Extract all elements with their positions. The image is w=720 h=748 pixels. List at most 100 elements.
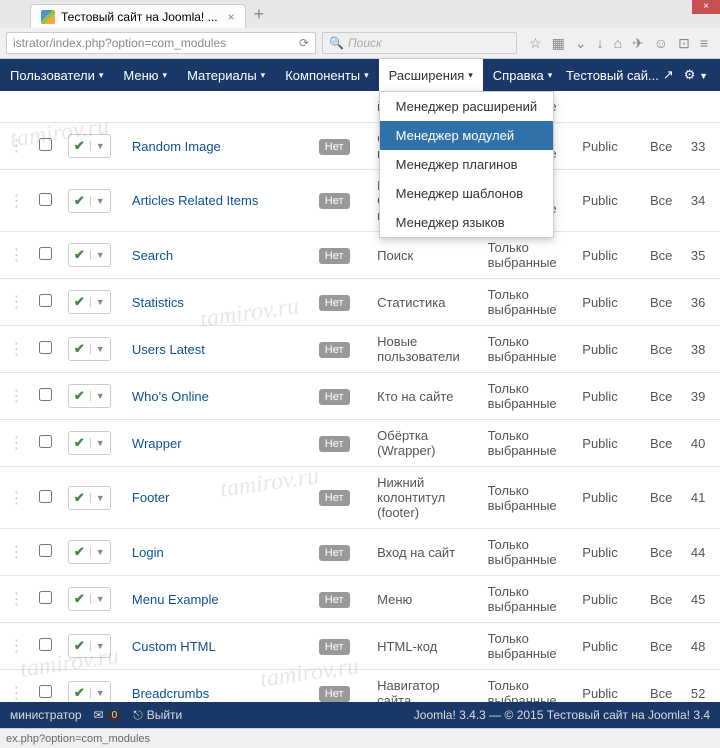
window-close-button[interactable]: ×: [692, 0, 720, 14]
status-toggle[interactable]: ✔▼: [68, 134, 111, 158]
menu-item-5[interactable]: Справка ▾: [483, 59, 563, 91]
sb-mail[interactable]: ✉ 0: [94, 708, 122, 722]
drag-handle-icon[interactable]: ⋮: [0, 529, 33, 576]
drag-handle-icon[interactable]: ⋮: [0, 373, 33, 420]
module-title-link[interactable]: Footer: [132, 490, 170, 505]
star-icon[interactable]: ☆: [529, 35, 542, 52]
status-toggle[interactable]: ✔▼: [68, 384, 111, 408]
drag-handle-icon[interactable]: ⋮: [0, 279, 33, 326]
menu-item-2[interactable]: Материалы ▾: [177, 59, 275, 91]
menu-item-0[interactable]: Пользователи ▾: [0, 59, 113, 91]
row-checkbox[interactable]: [39, 388, 52, 401]
status-toggle[interactable]: ✔▼: [68, 337, 111, 361]
sb-logout[interactable]: ⎋ Выйти: [133, 708, 182, 723]
module-title-link[interactable]: Login: [132, 545, 164, 560]
caret-icon[interactable]: ▼: [90, 196, 110, 206]
row-checkbox[interactable]: [39, 591, 52, 604]
send-icon[interactable]: ✈: [632, 35, 644, 52]
module-access: Public: [576, 529, 644, 576]
drag-handle-icon[interactable]: ⋮: [0, 467, 33, 529]
row-checkbox[interactable]: [39, 435, 52, 448]
clipboard-icon[interactable]: ▦: [552, 35, 565, 52]
profile-icon[interactable]: ☺: [654, 35, 668, 52]
status-toggle[interactable]: ✔▼: [68, 431, 111, 455]
browser-search-input[interactable]: 🔍 Поиск: [322, 32, 517, 54]
caret-icon[interactable]: ▼: [90, 344, 110, 354]
browser-status-bar: ex.php?option=com_modules: [0, 728, 720, 748]
drag-handle-icon[interactable]: ⋮: [0, 326, 33, 373]
row-checkbox[interactable]: [39, 138, 52, 151]
module-title-link[interactable]: Custom HTML: [132, 639, 216, 654]
row-checkbox[interactable]: [39, 638, 52, 651]
module-title-link[interactable]: Wrapper: [132, 436, 182, 451]
status-toggle[interactable]: ✔▼: [68, 540, 111, 564]
module-pages: Только выбранные: [482, 279, 577, 326]
dropdown-item-3[interactable]: Менеджер шаблонов: [380, 179, 554, 208]
drag-handle-icon[interactable]: ⋮: [0, 623, 33, 670]
site-name-link[interactable]: Тестовый сай... ↗: [566, 67, 674, 83]
gear-icon[interactable]: ⚙ ▼: [684, 67, 708, 83]
module-title-link[interactable]: Users Latest: [132, 342, 205, 357]
caret-icon[interactable]: ▼: [90, 547, 110, 557]
caret-icon[interactable]: ▼: [90, 493, 110, 503]
status-toggle[interactable]: ✔▼: [68, 634, 111, 658]
caret-icon[interactable]: ▼: [90, 391, 110, 401]
module-title-link[interactable]: Who's Online: [132, 389, 209, 404]
row-checkbox[interactable]: [39, 294, 52, 307]
drag-handle-icon[interactable]: ⋮: [0, 420, 33, 467]
dropdown-item-0[interactable]: Менеджер расширений: [380, 92, 554, 121]
download-icon[interactable]: ↓: [597, 35, 604, 52]
dropdown-item-1[interactable]: Менеджер модулей: [380, 121, 554, 150]
caret-icon[interactable]: ▼: [90, 438, 110, 448]
menu-item-3[interactable]: Компоненты ▾: [275, 59, 378, 91]
row-checkbox[interactable]: [39, 341, 52, 354]
row-checkbox[interactable]: [39, 247, 52, 260]
module-title-link[interactable]: Articles Related Items: [132, 193, 258, 208]
module-access: Public: [576, 420, 644, 467]
module-title-link[interactable]: Statistics: [132, 295, 184, 310]
drag-handle-icon[interactable]: ⋮: [0, 232, 33, 279]
sb-admin[interactable]: министратор: [10, 708, 82, 722]
caret-icon[interactable]: ▼: [90, 141, 110, 151]
devtools-icon[interactable]: ⊡: [678, 35, 690, 52]
tab-bar: Тестовый сайт на Joomla! ... × +: [0, 0, 720, 28]
browser-toolbar-icons: ☆ ▦ ⌄ ↓ ⌂ ✈ ☺ ⊡ ≡: [523, 35, 714, 52]
module-pages: Только выбранные: [482, 420, 577, 467]
new-tab-button[interactable]: +: [246, 4, 273, 25]
status-toggle[interactable]: ✔▼: [68, 189, 111, 213]
menu-item-4[interactable]: Расширения ▾Менеджер расширенийМенеджер …: [379, 59, 483, 91]
caret-icon[interactable]: ▼: [90, 641, 110, 651]
menu-item-1[interactable]: Меню ▾: [113, 59, 177, 91]
drag-handle-icon[interactable]: ⋮: [0, 576, 33, 623]
caret-icon[interactable]: ▼: [90, 250, 110, 260]
module-title-link[interactable]: Search: [132, 248, 173, 263]
dropdown-item-2[interactable]: Менеджер плагинов: [380, 150, 554, 179]
caret-icon[interactable]: ▼: [90, 688, 110, 698]
status-toggle[interactable]: ✔▼: [68, 486, 111, 510]
table-row: ⋮✔▼Users LatestНетНовые пользователиТоль…: [0, 326, 720, 373]
url-input[interactable]: istrator/index.php?option=com_modules ⟳: [6, 32, 316, 54]
row-checkbox[interactable]: [39, 544, 52, 557]
dropdown-item-4[interactable]: Менеджер языков: [380, 208, 554, 237]
module-title-link[interactable]: Breadcrumbs: [132, 686, 209, 701]
menu-icon[interactable]: ≡: [700, 35, 708, 52]
reload-icon[interactable]: ⟳: [299, 36, 309, 50]
check-icon: ✔: [69, 247, 90, 263]
drag-handle-icon[interactable]: ⋮: [0, 123, 33, 170]
row-checkbox[interactable]: [39, 193, 52, 206]
caret-icon[interactable]: ▼: [90, 297, 110, 307]
module-language: Все: [644, 420, 685, 467]
status-toggle[interactable]: ✔▼: [68, 243, 111, 267]
module-title-link[interactable]: Random Image: [132, 139, 221, 154]
row-checkbox[interactable]: [39, 685, 52, 698]
status-toggle[interactable]: ✔▼: [68, 290, 111, 314]
row-checkbox[interactable]: [39, 490, 52, 503]
pocket-icon[interactable]: ⌄: [575, 35, 587, 52]
module-title-link[interactable]: Menu Example: [132, 592, 219, 607]
home-icon[interactable]: ⌂: [614, 35, 622, 52]
browser-tab[interactable]: Тестовый сайт на Joomla! ... ×: [30, 4, 246, 28]
drag-handle-icon[interactable]: ⋮: [0, 170, 33, 232]
tab-close-icon[interactable]: ×: [228, 10, 235, 24]
status-toggle[interactable]: ✔▼: [68, 587, 111, 611]
caret-icon[interactable]: ▼: [90, 594, 110, 604]
